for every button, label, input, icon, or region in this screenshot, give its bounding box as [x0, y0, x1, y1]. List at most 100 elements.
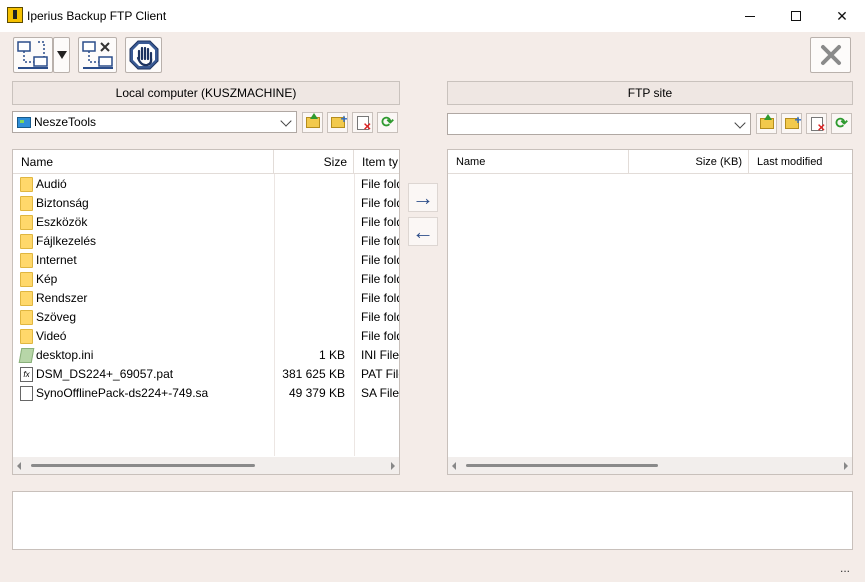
- chevron-down-icon: [56, 51, 67, 59]
- upload-button[interactable]: →: [408, 183, 438, 212]
- scroll-left-icon[interactable]: [17, 462, 21, 470]
- close-window-button[interactable]: ✕: [819, 0, 865, 32]
- table-row[interactable]: Videó File folder: [13, 327, 399, 346]
- table-row[interactable]: Rendszer File folder: [13, 289, 399, 308]
- local-horizontal-scrollbar[interactable]: [13, 457, 399, 474]
- status-grip: ...: [840, 561, 851, 575]
- cell-type: File folder: [361, 272, 399, 286]
- close-icon: [820, 45, 841, 65]
- table-row[interactable]: Kép File folder: [13, 270, 399, 289]
- refresh-icon: ⟳: [381, 114, 394, 131]
- ftp-delete-button[interactable]: [806, 113, 827, 134]
- refresh-icon: ⟳: [835, 115, 848, 132]
- folder-icon: [20, 234, 33, 249]
- ftp-column-header: Name Size (KB) Last modified: [448, 150, 852, 174]
- cell-size: 49 379 KB: [288, 386, 345, 400]
- ftp-refresh-button[interactable]: ⟳: [831, 113, 852, 134]
- delete-icon: [356, 115, 372, 133]
- column-last-modified[interactable]: Last modified: [749, 150, 852, 174]
- column-size-kb[interactable]: Size (KB): [629, 150, 749, 174]
- table-row[interactable]: desktop.ini 1 KB INI File: [13, 346, 399, 365]
- cell-name: Videó: [36, 329, 67, 343]
- local-path-select[interactable]: NeszeTools: [12, 111, 297, 133]
- title-bar: Iperius Backup FTP Client ✕: [0, 0, 865, 32]
- table-row[interactable]: fxDSM_DS224+_69057.pat 381 625 KB PAT File: [13, 365, 399, 384]
- disconnect-button[interactable]: [78, 37, 117, 73]
- ini-file-icon: [18, 348, 35, 363]
- close-client-button[interactable]: [810, 37, 851, 73]
- scroll-right-icon[interactable]: [391, 462, 395, 470]
- scroll-left-icon[interactable]: [452, 462, 456, 470]
- cell-name: DSM_DS224+_69057.pat: [36, 367, 174, 381]
- maximize-button[interactable]: [773, 0, 819, 32]
- app-logo-icon: [7, 7, 23, 23]
- table-row[interactable]: Audió File folder: [13, 175, 399, 194]
- cell-type: File folder: [361, 310, 399, 324]
- ftp-new-folder-button[interactable]: [781, 113, 802, 134]
- column-name[interactable]: Name: [448, 150, 629, 174]
- table-row[interactable]: Fájlkezelés File folder: [13, 232, 399, 251]
- connect-dropdown-button[interactable]: [53, 37, 70, 73]
- folder-icon: [20, 272, 33, 287]
- window-title: Iperius Backup FTP Client: [27, 9, 167, 23]
- ftp-path-select[interactable]: [447, 113, 751, 135]
- cell-type: PAT File: [361, 367, 399, 381]
- minimize-button[interactable]: [727, 0, 773, 32]
- cell-name: Internet: [36, 253, 77, 267]
- cell-name: Rendszer: [36, 291, 88, 305]
- cell-size: 381 625 KB: [282, 367, 345, 381]
- ftp-folder-up-button[interactable]: [756, 113, 777, 134]
- folder-icon: [20, 310, 33, 325]
- cell-type: File folder: [361, 215, 399, 229]
- table-row[interactable]: SynoOfflinePack-ds224+-749.sa 49 379 KB SA…: [13, 384, 399, 403]
- local-delete-button[interactable]: [352, 112, 373, 133]
- ftp-horizontal-scrollbar[interactable]: [448, 457, 852, 474]
- cell-size: 1 KB: [318, 348, 345, 362]
- minimize-icon: [745, 15, 755, 17]
- scroll-thumb[interactable]: [31, 464, 255, 467]
- cell-name: Fájlkezelés: [36, 234, 97, 248]
- connect-button[interactable]: [13, 37, 53, 73]
- cell-name: SynoOfflinePack-ds224+-749.sa: [36, 386, 209, 400]
- cell-type: File folder: [361, 234, 399, 248]
- cell-name: Kép: [36, 272, 58, 286]
- cell-type: SA File: [361, 386, 399, 400]
- table-row[interactable]: Internet File folder: [13, 251, 399, 270]
- cell-type: INI File: [361, 348, 399, 362]
- cell-type: File folder: [361, 177, 399, 191]
- folder-icon: [20, 291, 33, 306]
- table-row[interactable]: Szöveg File folder: [13, 308, 399, 327]
- download-button[interactable]: ←: [408, 217, 438, 246]
- local-folder-up-button[interactable]: [302, 112, 323, 133]
- local-file-list[interactable]: Name Size Item ty Audió File folder Bizton…: [12, 149, 400, 475]
- stop-hand-icon: [129, 40, 158, 70]
- ftp-panel-header: FTP site: [447, 81, 853, 105]
- connect-icon: [17, 41, 48, 69]
- table-row[interactable]: Eszközök File folder: [13, 213, 399, 232]
- arrow-left-icon: ←: [412, 218, 434, 244]
- cell-name: Biztonság: [36, 196, 89, 210]
- column-item-type[interactable]: Item ty: [354, 150, 399, 174]
- new-folder-icon: [330, 112, 348, 128]
- ftp-file-list[interactable]: Name Size (KB) Last modified: [447, 149, 853, 475]
- column-name[interactable]: Name: [13, 150, 274, 174]
- column-size[interactable]: Size: [274, 150, 354, 174]
- disconnect-icon: [81, 41, 113, 69]
- folder-up-icon: [305, 113, 320, 128]
- log-output-area[interactable]: [12, 491, 853, 550]
- stop-button[interactable]: [125, 37, 162, 73]
- local-new-folder-button[interactable]: [327, 112, 348, 133]
- folder-icon: [20, 215, 33, 230]
- cell-name: desktop.ini: [36, 348, 94, 362]
- cell-name: Audió: [36, 177, 67, 191]
- new-folder-icon: [784, 113, 802, 129]
- table-row[interactable]: Biztonság File folder: [13, 194, 399, 213]
- cell-name: Szöveg: [36, 310, 77, 324]
- local-column-header: Name Size Item ty: [13, 150, 399, 174]
- maximize-icon: [791, 11, 801, 21]
- local-refresh-button[interactable]: ⟳: [377, 112, 398, 133]
- scroll-thumb[interactable]: [466, 464, 658, 467]
- folder-icon: [20, 329, 33, 344]
- local-panel-header: Local computer (KUSZMACHINE): [12, 81, 400, 105]
- scroll-right-icon[interactable]: [844, 462, 848, 470]
